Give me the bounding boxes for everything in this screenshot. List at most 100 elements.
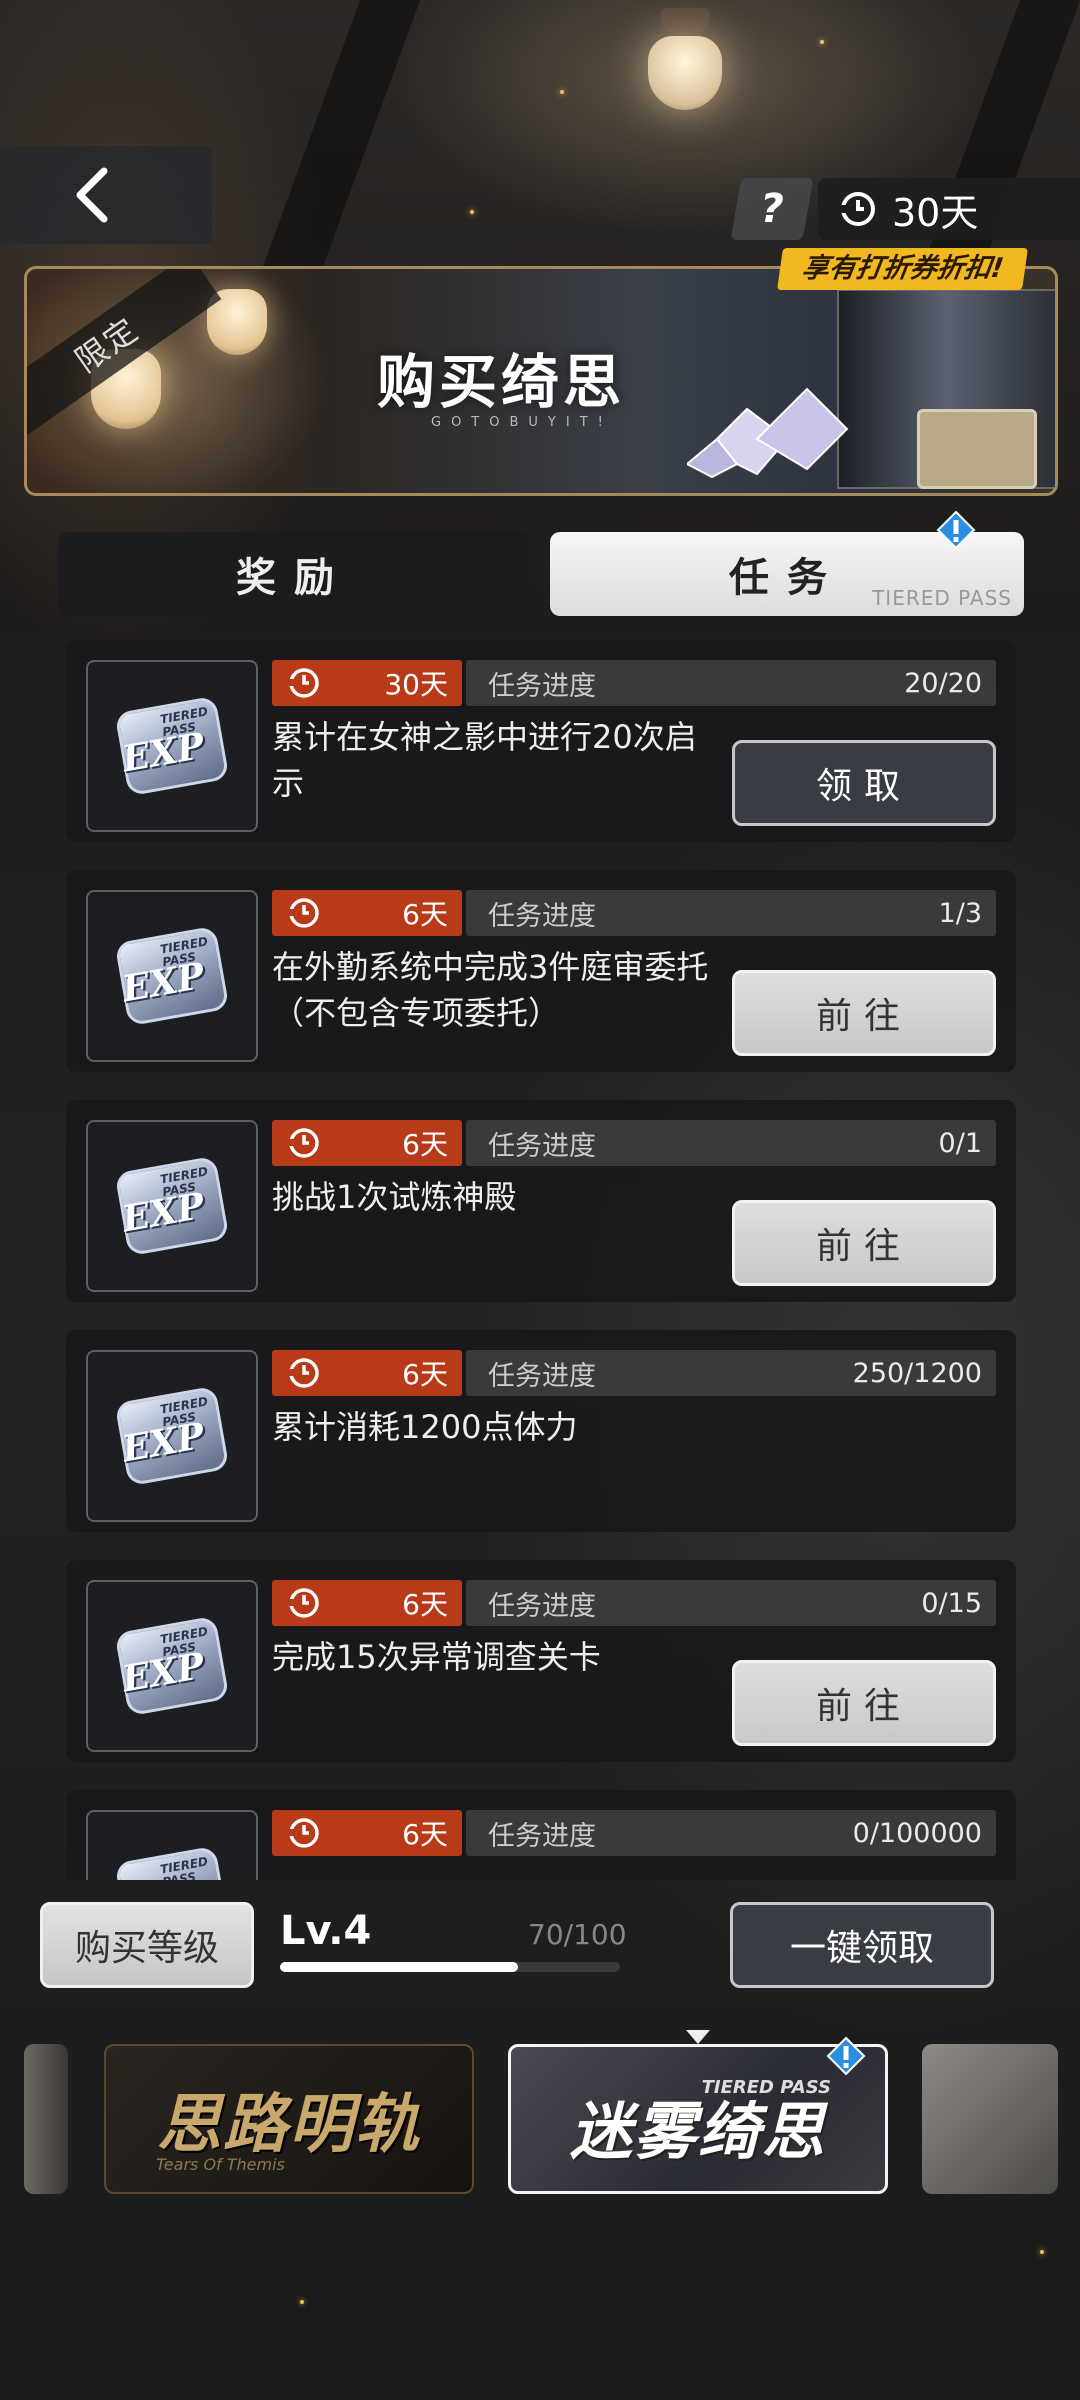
clock-icon (840, 192, 875, 226)
back-button[interactable] (0, 146, 212, 244)
spark (820, 40, 824, 44)
task-description: 挑战1次试炼神殿 (272, 1178, 517, 1216)
progress-value: 20/20 (904, 667, 982, 699)
progress-label: 任务进度 (488, 670, 596, 702)
discount-badge: 享有打折券折扣! (777, 248, 1029, 290)
exp-reward-icon: TIERED PASSEXP (86, 1810, 258, 1880)
pass-card-partial-right[interactable] (922, 2044, 1058, 2194)
goto-button[interactable]: 前往 (732, 1200, 996, 1286)
chevron-left-icon (76, 167, 108, 223)
goto-button[interactable]: 前往 (732, 1660, 996, 1746)
tab-rewards[interactable]: 奖励 (58, 532, 530, 616)
progress-value: 0/15 (921, 1587, 982, 1619)
days-label: 6天 (402, 1358, 448, 1391)
task-progress: 任务进度 0/100000 (466, 1810, 996, 1856)
alert-icon (936, 510, 976, 550)
progress-label: 任务进度 (488, 900, 596, 932)
clock-icon (288, 1818, 319, 1848)
level-progress-bar (280, 1962, 620, 1972)
task-card: TIERED PASSEXP 6天 任务进度 0/100000 (66, 1790, 1016, 1880)
time-remaining-tag: 6天 (272, 1120, 462, 1166)
claim-button[interactable]: 领取 (732, 740, 996, 826)
task-progress: 任务进度 20/20 (466, 660, 996, 706)
progress-label: 任务进度 (488, 1590, 596, 1622)
season-timer: 30天 (818, 178, 1080, 240)
progress-value: 0/1 (938, 1127, 982, 1159)
task-description: 累计消耗1200点体力 (272, 1408, 578, 1446)
pass-card-silu[interactable]: 思路明轨 Tears Of Themis (104, 2044, 474, 2194)
spark (560, 90, 564, 94)
progress-value: 0/100000 (852, 1817, 982, 1849)
days-label: 6天 (402, 898, 448, 931)
pass-subtitle: Tears Of Themis (156, 2155, 285, 2174)
task-card: TIERED PASS EXP 30天 任务进度 20/20 累计在女神之影中进行… (66, 640, 1016, 842)
exp-icon: TIERED PASSEXP (109, 1147, 235, 1265)
pass-card-partial-left[interactable] (24, 2044, 68, 2194)
progress-value: 1/3 (938, 897, 982, 929)
level-progress-fill (280, 1962, 518, 1972)
goto-button[interactable]: 前往 (732, 970, 996, 1056)
time-remaining-tag: 6天 (272, 1580, 462, 1626)
time-remaining-tag: 6天 (272, 1810, 462, 1856)
exp-icon: TIERED PASSEXP (109, 1607, 235, 1725)
task-card: TIERED PASS EXP 6天 任务进度 0/1 挑战1次试炼神殿 前往 (66, 1100, 1016, 1302)
task-card: TIERED PASS EXP 6天 任务进度 250/1200 累计消耗1200… (66, 1330, 1016, 1532)
progress-label: 任务进度 (488, 1360, 596, 1392)
task-description: 完成15次异常调查关卡 (272, 1638, 601, 1676)
spark (470, 210, 474, 214)
exp-reward-icon: TIERED PASSEXP (86, 1120, 258, 1292)
task-progress: 任务进度 0/1 (466, 1120, 996, 1166)
ceiling-lamp (620, 8, 750, 128)
task-card: TIERED PASS EXP 6天 任务进度 0/15 完成15次异常调查关卡 … (66, 1560, 1016, 1762)
help-button[interactable]: ? (730, 178, 814, 240)
exp-reward-icon: TIERED PASSEXP (86, 1580, 258, 1752)
exp-icon: TIERED PASSEXP (109, 687, 235, 805)
clock-icon (288, 1588, 319, 1618)
selected-pointer (686, 2030, 710, 2044)
claim-all-button[interactable]: 一键领取 (730, 1902, 994, 1988)
clock-icon (288, 1358, 319, 1388)
time-remaining-tag: 30天 (272, 660, 462, 706)
clock-icon (288, 668, 319, 698)
spark (300, 2300, 304, 2304)
task-list[interactable]: TIERED PASS EXP 30天 任务进度 20/20 累计在女神之影中进行… (66, 640, 1016, 1880)
buy-pass-banner[interactable]: 限定 购买绮思 GOTOBUYIT! (24, 266, 1058, 496)
pass-selector[interactable]: 思路明轨 Tears Of Themis TIERED PASS 迷雾绮思 (0, 2030, 1080, 2210)
tab-tasks[interactable]: 任务 TIERED PASS (550, 510, 1024, 616)
task-progress: 任务进度 1/3 (466, 890, 996, 936)
exp-icon: TIERED PASSEXP (109, 1377, 235, 1495)
tab-label: 任务 (729, 555, 845, 601)
spark (1040, 2250, 1044, 2254)
exp-reward-icon: TIERED PASSEXP (86, 660, 258, 832)
task-progress: 任务进度 0/15 (466, 1580, 996, 1626)
gem-crystals-image (687, 387, 849, 479)
pass-subtitle: TIERED PASS (701, 2077, 831, 2098)
clock-icon (288, 1128, 319, 1158)
level-label: Lv.4 (280, 1908, 372, 1954)
time-remaining-tag: 6天 (272, 1350, 462, 1396)
level-exp-count: 70/100 (528, 1918, 627, 1951)
banner-title: 购买绮思 (377, 348, 626, 416)
exp-icon: TIERED PASSEXP (109, 917, 235, 1035)
pass-title: 思路明轨 (157, 2087, 421, 2162)
days-label: 30天 (384, 668, 448, 701)
progress-value: 250/1200 (852, 1357, 982, 1389)
task-description: 累计在女神之影中进行20次启示 (272, 718, 697, 802)
days-label: 6天 (402, 1818, 448, 1851)
days-label: 6天 (402, 1128, 448, 1161)
task-progress: 任务进度 250/1200 (466, 1350, 996, 1396)
exp-icon: TIERED PASSEXP (109, 1837, 235, 1880)
clock-icon (288, 898, 319, 928)
days-label: 6天 (402, 1588, 448, 1621)
task-card: TIERED PASS EXP 6天 任务进度 1/3 在外勤系统中完成3件庭审委… (66, 870, 1016, 1072)
exp-reward-icon: TIERED PASSEXP (86, 890, 258, 1062)
time-remaining-tag: 6天 (272, 890, 462, 936)
banner-subtitle: GOTOBUYIT! (431, 415, 613, 430)
tab-sublabel: TIERED PASS (872, 586, 1012, 610)
timer-label: 30天 (892, 190, 979, 235)
task-description: 在外勤系统中完成3件庭审委托（不包含专项委托） (272, 948, 709, 1032)
buy-level-button[interactable]: 购买等级 (40, 1902, 254, 1988)
progress-label: 任务进度 (488, 1820, 596, 1852)
progress-label: 任务进度 (488, 1130, 596, 1162)
help-label: ? (756, 186, 788, 232)
